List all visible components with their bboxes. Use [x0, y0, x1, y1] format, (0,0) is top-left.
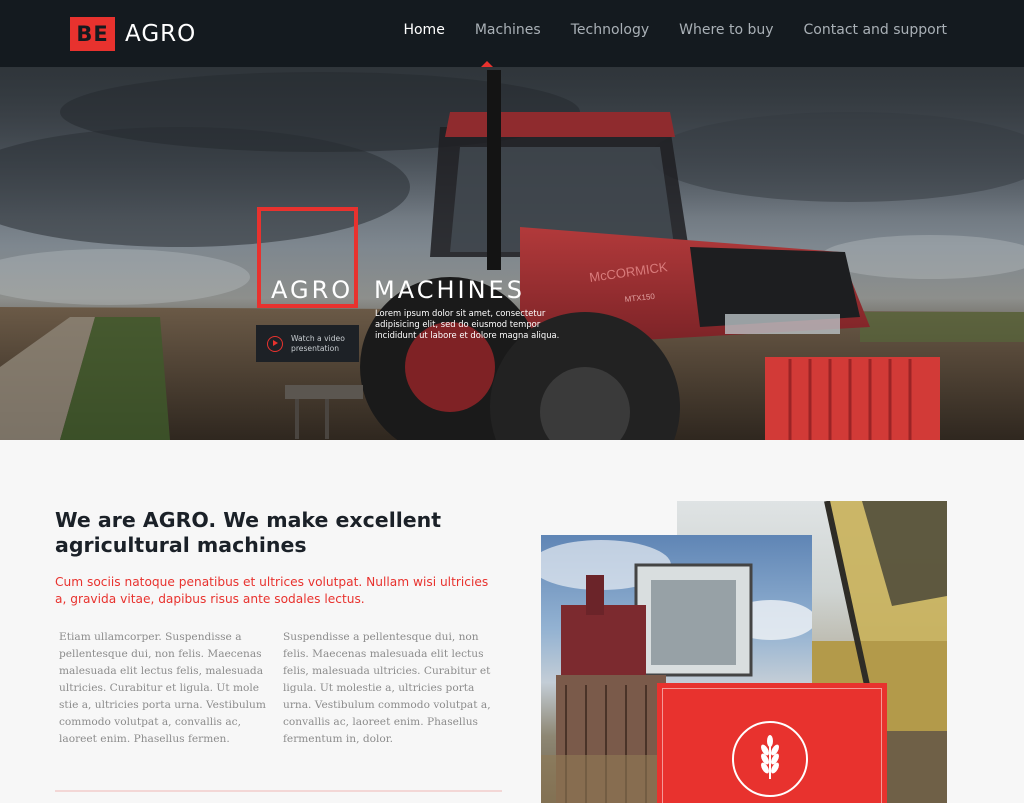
- body-column-left: Etiam ullamcorper. Suspendisse a pellent…: [59, 631, 266, 745]
- nav-item-home[interactable]: Home: [403, 22, 444, 38]
- body-column-right: Suspendisse a pellentesque dui, non feli…: [283, 631, 491, 745]
- logo-text: AGRO: [125, 21, 197, 47]
- about-section: We are AGRO. We make excellent agricultu…: [0, 440, 1024, 803]
- watch-video-button[interactable]: Watch a video presentation: [256, 325, 359, 362]
- wheat-glyph: [761, 735, 779, 779]
- site-header: BE AGRO Home Machines Technology Where t…: [0, 0, 1024, 67]
- nav-item-machines[interactable]: Machines: [475, 22, 541, 38]
- logo-badge: BE: [70, 17, 115, 51]
- nav-item-where-to-buy[interactable]: Where to buy: [679, 22, 773, 38]
- main-nav: Home Machines Technology Where to buy Co…: [403, 22, 947, 38]
- hero-description: Lorem ipsum dolor sit amet, consectetur …: [375, 308, 560, 340]
- nav-item-contact-support[interactable]: Contact and support: [804, 22, 947, 38]
- section-divider: [55, 790, 502, 792]
- nav-item-technology[interactable]: Technology: [571, 22, 649, 38]
- hero-title-agro: AGRO: [271, 276, 354, 304]
- hero-tractor-image: McCORMICK MTX150: [0, 67, 1024, 440]
- logo[interactable]: BE AGRO: [70, 17, 196, 51]
- section-heading: We are AGRO. We make excellent agricultu…: [55, 508, 442, 557]
- hero-banner: McCORMICK MTX150 AGRO MACHINES Lorem ips…: [0, 67, 1024, 440]
- lead-paragraph: Cum sociis natoque penatibus et ultrices…: [55, 575, 489, 606]
- watch-video-label: Watch a video presentation: [291, 334, 345, 353]
- play-circle-icon: [267, 335, 283, 352]
- wheat-icon: [732, 721, 808, 797]
- hero-title-machines: MACHINES: [374, 276, 525, 304]
